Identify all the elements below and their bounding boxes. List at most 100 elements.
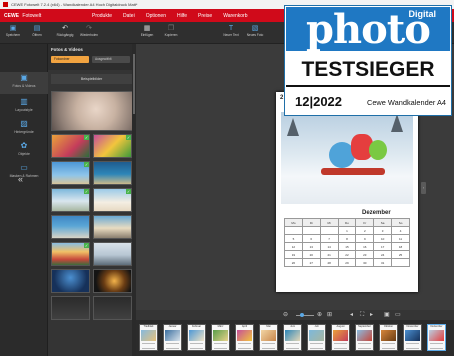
fullscreen-icon[interactable]: ⛶ — [360, 311, 364, 319]
tree-shape — [287, 118, 299, 136]
menu-optionen[interactable]: Optionen — [146, 13, 166, 19]
page-thumb-image — [165, 330, 180, 341]
calendar-page[interactable]: Dezember Mo Di Mi Do Fr Sa So 1 2 3 4 5 … — [276, 92, 418, 292]
photo-thumbnail[interactable] — [51, 269, 90, 293]
next-page-icon[interactable]: ▸ — [370, 311, 373, 319]
photo-thumbnail[interactable] — [93, 269, 132, 293]
menu-produkte[interactable]: Produkte — [92, 13, 112, 19]
prev-page-icon[interactable]: ◂ — [350, 311, 353, 319]
nav-layoutstyle[interactable]: ▥ Layoutstyle — [0, 96, 48, 118]
page-thumb-september[interactable]: September — [355, 324, 374, 351]
day-cell: 8 — [337, 234, 357, 243]
page-thumb-image — [405, 330, 420, 341]
page-thumb-november[interactable]: November — [403, 324, 422, 351]
page-number: 2 — [280, 95, 284, 101]
panel-header: Fotos & Videos Fotoordner Ausgewählt — [48, 44, 135, 70]
menu-datei[interactable]: Datei — [123, 13, 135, 19]
page-thumb-march[interactable]: März — [211, 324, 230, 351]
photo-thumbnail[interactable]: ✓ — [51, 242, 90, 266]
photo-thumbnail[interactable]: ✓ — [51, 188, 90, 212]
page-thumb-december[interactable]: Dezember — [427, 324, 446, 351]
redo-button[interactable]: ↷ Wiederholen — [78, 24, 100, 42]
zoom-in-icon[interactable]: ⊕ — [317, 311, 322, 319]
nav-layout-label: Layoutstyle — [15, 108, 33, 112]
background-icon: ▨ — [20, 119, 28, 128]
day-cell — [301, 226, 321, 235]
zoom-slider-track[interactable] — [296, 315, 314, 316]
photo-thumbnail[interactable]: ✓ — [51, 134, 90, 158]
copy-button[interactable]: ❐ Kopieren — [160, 24, 182, 42]
zoom-slider-handle[interactable] — [300, 313, 304, 317]
open-button[interactable]: ▤ Öffnen — [26, 24, 48, 42]
next-page-arrow[interactable]: › — [421, 182, 426, 194]
fit-icon[interactable]: ⊞ — [327, 311, 332, 319]
nav-objects[interactable]: ✿ Objekte — [0, 140, 48, 162]
page-thumb-grid — [382, 343, 395, 349]
objects-icon: ✿ — [20, 141, 28, 150]
copy-label: Kopieren — [164, 33, 178, 37]
page-thumb-february[interactable]: Februar — [187, 324, 206, 351]
page-thumb-image — [261, 330, 276, 341]
photo-thumbnail[interactable]: ✓ — [93, 134, 132, 158]
photo-thumbnail[interactable] — [93, 215, 132, 239]
weekday-header: Fr — [355, 218, 375, 227]
badge-testsieger: TESTSIEGER — [301, 58, 435, 81]
new-photo-button[interactable]: ▧ Neues Foto — [244, 24, 266, 42]
page-thumb-grid — [286, 343, 299, 349]
badge-footer: 12|2022 Cewe Wandkalender A4 — [286, 89, 450, 115]
paste-button[interactable]: ▦ Einfügen — [136, 24, 158, 42]
nav-photos-videos[interactable]: ▣ Fotos & Videos — [0, 72, 48, 94]
badge-header: photo Digital — [286, 7, 450, 51]
calendar-photo[interactable] — [281, 112, 413, 204]
photo-thumbnail[interactable] — [51, 215, 90, 239]
nav-backgrounds[interactable]: ▨ Hintergründe — [0, 118, 48, 140]
badge-issue: 12|2022 — [295, 94, 343, 109]
page-thumb-label: Januar — [168, 325, 177, 328]
redo-label: Wiederholen — [80, 33, 98, 37]
redo-icon: ↷ — [86, 25, 92, 32]
calendar-grid: Mo Di Mi Do Fr Sa So 1 2 3 4 5 6 7 8 9 1… — [284, 218, 410, 267]
photo-thumbnail-baby[interactable] — [51, 91, 133, 131]
day-cell: 26 — [284, 258, 303, 267]
menu-preise[interactable]: Preise — [198, 13, 212, 19]
zoom-out-icon[interactable]: ⊖ — [283, 311, 288, 319]
photo-thumbnail[interactable]: ✓ — [93, 188, 132, 212]
nav-mask-label: Masken & Rahmen — [9, 174, 39, 178]
page-thumb-january[interactable]: Januar — [163, 324, 182, 351]
day-cell: 9 — [355, 234, 375, 243]
nav-masks-frames[interactable]: ▭ Masken & Rahmen — [0, 162, 48, 184]
page-thumb-grid — [214, 343, 227, 349]
chip-photo-folder[interactable]: Fotoordner — [51, 56, 89, 63]
left-nav: ▣ Fotos & Videos ▥ Layoutstyle ▨ Hinterg… — [0, 44, 48, 356]
collapse-panel-icon[interactable]: « — [18, 174, 23, 184]
chip-selected[interactable]: Ausgewählt — [92, 56, 130, 63]
page-thumb-image — [357, 330, 372, 341]
save-button[interactable]: ▣ Speichern — [2, 24, 24, 42]
scrollbar-thumb[interactable] — [133, 54, 135, 114]
photo-thumbnail[interactable] — [51, 296, 90, 320]
page-thumb-grid — [238, 343, 251, 349]
page-thumb-april[interactable]: April — [235, 324, 254, 351]
check-icon: ✓ — [126, 189, 131, 194]
menu-warenkorb[interactable]: Warenkorb — [223, 13, 247, 19]
page-thumb-label: Juli — [314, 325, 319, 328]
page-thumb-july[interactable]: Juli — [307, 324, 326, 351]
menu-hilfe[interactable]: Hilfe — [177, 13, 187, 19]
photo-thumbnail[interactable] — [93, 161, 132, 185]
page-thumb-june[interactable]: Juni — [283, 324, 302, 351]
new-text-button[interactable]: T Neuer Text — [220, 24, 242, 42]
page-thumb-may[interactable]: Mai — [259, 324, 278, 351]
undo-button[interactable]: ↶ Rückgängig — [54, 24, 76, 42]
page-thumb-title[interactable]: Titelblatt — [139, 324, 158, 351]
settings-icon[interactable]: ▭ — [395, 311, 401, 319]
photo-thumbnail[interactable] — [93, 242, 132, 266]
photo-thumbnail[interactable] — [93, 296, 132, 320]
page-thumb-image — [189, 330, 204, 341]
preview-icon[interactable]: ▣ — [384, 311, 390, 319]
page-thumb-october[interactable]: Oktober — [379, 324, 398, 351]
photo-thumbnail[interactable]: ✓ — [51, 161, 90, 185]
nav-photos-label: Fotos & Videos — [12, 84, 36, 88]
page-thumb-image — [429, 330, 444, 341]
folder-selector[interactable]: Beispielbilder — [51, 74, 132, 84]
page-thumb-august[interactable]: August — [331, 324, 350, 351]
